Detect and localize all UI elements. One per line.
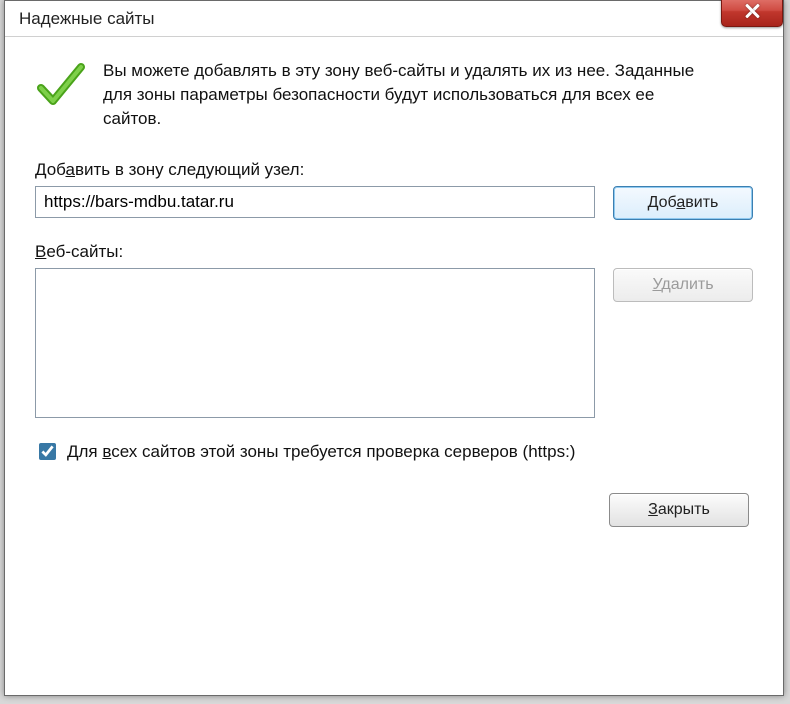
add-site-label: Добавить в зону следующий узел: [35, 160, 753, 180]
close-button[interactable]: Закрыть [609, 493, 749, 527]
add-site-row: Добавить [35, 186, 753, 220]
dialog-footer: Закрыть [35, 493, 753, 527]
remove-button: Удалить [613, 268, 753, 302]
websites-row: Удалить [35, 268, 753, 418]
https-check-row: Для всех сайтов этой зоны требуется пров… [35, 440, 753, 463]
intro-text: Вы можете добавлять в эту зону веб-сайты… [103, 59, 703, 130]
intro-row: Вы можете добавлять в эту зону веб-сайты… [35, 59, 753, 130]
checkmark-icon [35, 61, 85, 111]
websites-listbox[interactable] [35, 268, 595, 418]
add-site-input[interactable] [35, 186, 595, 218]
websites-label: Веб-сайты: [35, 242, 753, 262]
require-https-label[interactable]: Для всех сайтов этой зоны требуется пров… [67, 442, 575, 462]
add-button[interactable]: Добавить [613, 186, 753, 220]
titlebar: Надежные сайты [5, 1, 783, 37]
window-title: Надежные сайты [19, 9, 155, 28]
require-https-checkbox[interactable] [39, 443, 56, 460]
window-close-button[interactable] [721, 0, 783, 27]
close-icon [744, 3, 760, 19]
dialog-content: Вы можете добавлять в эту зону веб-сайты… [5, 37, 783, 545]
trusted-sites-dialog: Надежные сайты Вы можете добавлять в эту… [4, 0, 784, 696]
